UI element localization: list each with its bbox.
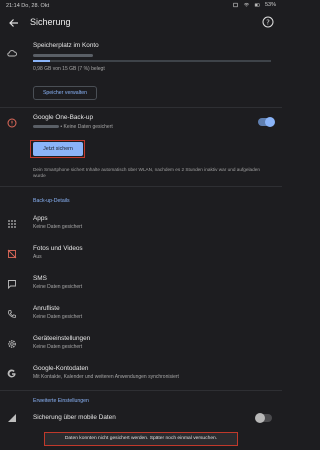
battery-icon (254, 3, 260, 7)
detail-item-apps[interactable]: Apps Keine Daten gesichert (0, 212, 282, 236)
detail-item-subtitle: Keine Daten gesichert (33, 224, 83, 230)
detail-item-photos[interactable]: Fotos und Videos Aus (0, 242, 282, 266)
error-snackbar: Daten konnten nicht gesichert werden. Sp… (44, 432, 238, 446)
apps-grid-icon (8, 220, 16, 228)
help-icon[interactable]: ? (262, 16, 274, 28)
one-backup-toggle[interactable] (258, 117, 275, 127)
warning-icon (7, 118, 17, 128)
detail-item-title: Geräteeinstellungen (33, 335, 91, 342)
storage-title: Speicherplatz im Konto (33, 42, 99, 49)
status-time-text: 21:14 (6, 3, 20, 9)
google-g-icon (7, 369, 16, 378)
gear-icon (8, 340, 16, 348)
one-backup-status: • Keine Daten gesichert (60, 124, 113, 130)
manage-storage-button[interactable]: Speicher verwalten (33, 86, 97, 100)
backup-now-button[interactable]: Jetzt sichern (33, 142, 83, 156)
wifi-icon (243, 2, 250, 7)
detail-item-subtitle: Mit Kontakte, Kalender und weiteren Anwe… (33, 374, 179, 380)
app-bar: Sicherung ? (0, 12, 282, 34)
one-backup-subtitle: • Keine Daten gesichert (33, 124, 113, 130)
detail-item-call-log[interactable]: Anrufliste Keine Daten gesichert (0, 302, 282, 326)
details-section-title: Back-up-Details (33, 198, 70, 204)
cellular-data-icon (8, 414, 16, 422)
detail-item-sms[interactable]: SMS Keine Daten gesichert (0, 272, 282, 296)
status-time: 21:14 Do, 28. Okt (6, 3, 49, 9)
detail-item-subtitle: Keine Daten gesichert (33, 314, 83, 320)
advanced-section-title: Erweiterte Einstellungen (33, 398, 89, 404)
page-title: Sicherung (30, 17, 71, 27)
detail-item-device-settings[interactable]: Geräteeinstellungen Keine Daten gesicher… (0, 332, 282, 356)
detail-item-title: Apps (33, 215, 48, 222)
back-arrow-icon[interactable] (8, 17, 20, 29)
storage-progress-bar (33, 60, 271, 62)
toggle-knob (265, 117, 275, 127)
one-backup-row[interactable]: Google One-Back-up • Keine Daten gesiche… (0, 110, 282, 136)
silent-icon (233, 2, 238, 8)
svg-text:?: ? (266, 19, 270, 27)
detail-item-title: Anrufliste (33, 305, 60, 312)
detail-item-google-account[interactable]: Google-Kontodaten Mit Kontakte, Kalender… (0, 362, 282, 386)
divider (0, 186, 282, 187)
cloud-icon (7, 50, 17, 57)
phone-icon (8, 310, 16, 318)
detail-item-title: Fotos und Videos (33, 245, 83, 252)
account-email-redacted (33, 53, 93, 59)
mobile-backup-row[interactable]: Sicherung über mobile Daten (0, 410, 282, 426)
toggle-knob (255, 413, 265, 423)
storage-section: Speicherplatz im Konto (0, 36, 282, 82)
detail-item-subtitle: Aus (33, 254, 42, 260)
detail-item-title: SMS (33, 275, 47, 282)
mobile-backup-toggle[interactable] (255, 413, 272, 423)
one-backup-title: Google One-Back-up (33, 114, 94, 121)
status-bar: 21:14 Do, 28. Okt 53% (0, 0, 282, 12)
storage-usage-text: 0,98 GB von 15 GB (7 %) belegt (33, 66, 105, 72)
status-date-text: Do, 28. Okt (21, 3, 50, 9)
sms-icon (8, 280, 16, 289)
detail-item-title: Google-Kontodaten (33, 365, 89, 372)
detail-item-subtitle: Keine Daten gesichert (33, 284, 83, 290)
detail-item-subtitle: Keine Daten gesichert (33, 344, 83, 350)
divider (0, 390, 282, 391)
divider (0, 107, 282, 108)
photos-off-icon (7, 249, 17, 259)
storage-progress-fill (33, 60, 50, 62)
mobile-backup-label: Sicherung über mobile Daten (33, 414, 116, 421)
battery-percent: 53% (264, 2, 276, 8)
status-icons: 53% (232, 2, 276, 8)
backup-info-text: Dein Smartphone sichert Inhalte automati… (33, 167, 260, 178)
